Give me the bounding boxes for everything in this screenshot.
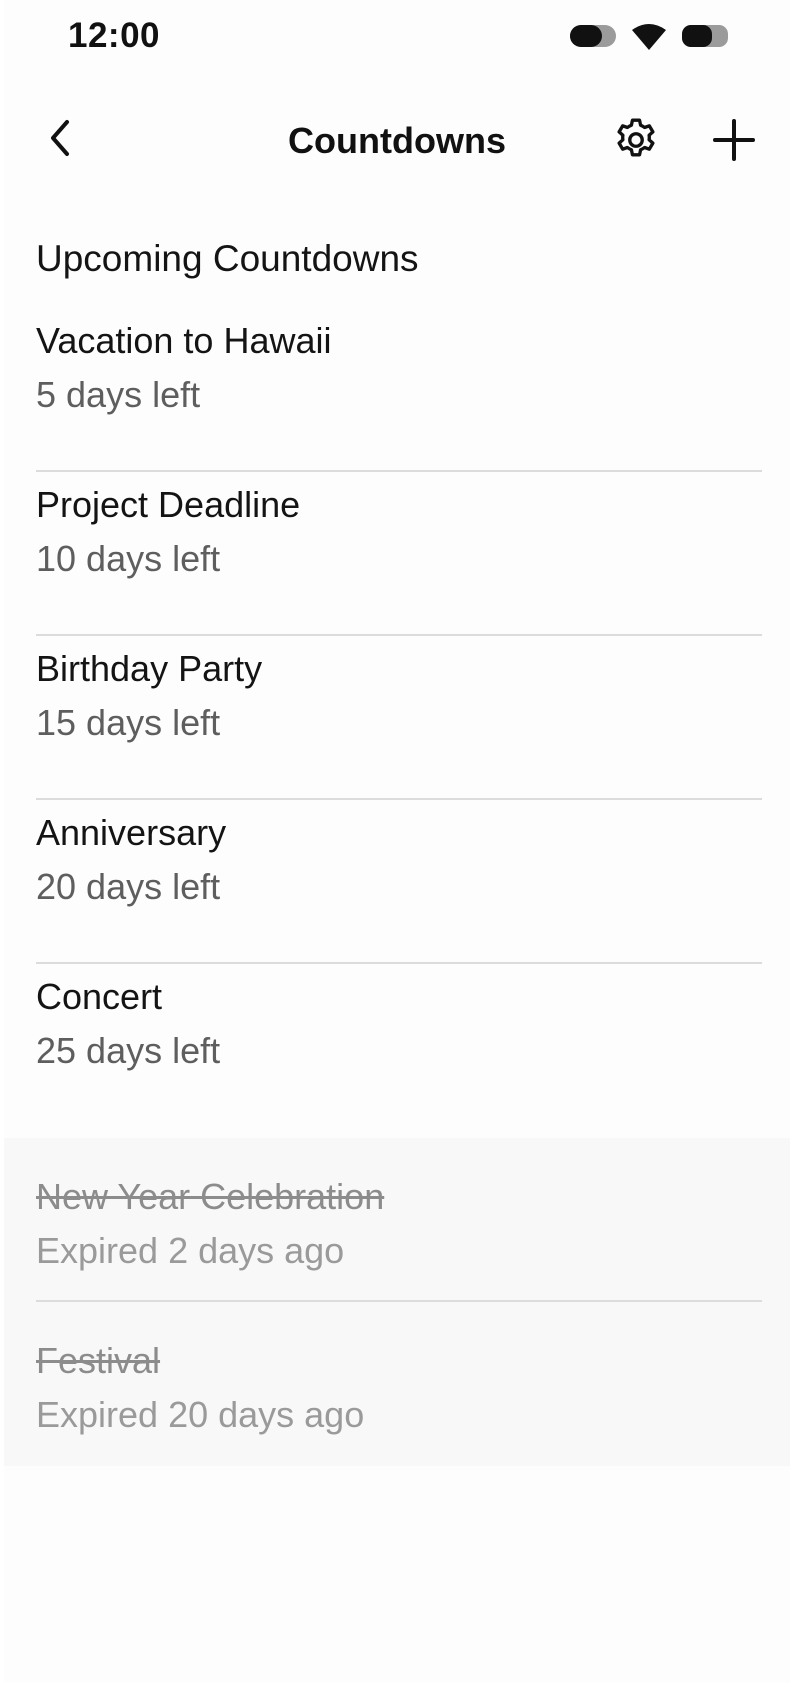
countdown-expired-status: Expired 2 days ago <box>36 1230 345 1271</box>
countdown-name: Festival <box>36 1340 161 1381</box>
expired-list-item[interactable]: New Year Celebration Expired 2 days ago <box>4 1138 790 1302</box>
countdown-remaining: 5 days left <box>36 374 201 415</box>
countdown-remaining: 25 days left <box>36 1030 221 1071</box>
toggle-icon <box>570 24 616 48</box>
app-screen: 12:00 Countdowns Upcoming Countdowns Vac… <box>4 0 790 1683</box>
countdown-name: Concert <box>36 976 163 1017</box>
countdown-name: New Year Celebration <box>36 1176 385 1217</box>
countdown-name: Vacation to Hawaii <box>36 320 332 361</box>
list-item[interactable]: Vacation to Hawaii 5 days left <box>4 308 790 472</box>
countdown-remaining: 10 days left <box>36 538 221 579</box>
countdown-expired-status: Expired 20 days ago <box>36 1394 365 1435</box>
add-countdown-button[interactable] <box>708 116 760 168</box>
list-item[interactable]: Concert 25 days left <box>4 964 790 1128</box>
countdown-name: Birthday Party <box>36 648 263 689</box>
list-item[interactable]: Birthday Party 15 days left <box>4 636 790 800</box>
settings-button[interactable] <box>610 116 662 168</box>
list-item[interactable]: Project Deadline 10 days left <box>4 472 790 636</box>
expired-list-item[interactable]: Festival Expired 20 days ago <box>4 1302 790 1466</box>
section-title: Upcoming Countdowns <box>36 238 419 279</box>
status-time: 12:00 <box>68 16 161 55</box>
countdown-remaining: 15 days left <box>36 702 221 743</box>
countdown-name: Anniversary <box>36 812 227 853</box>
status-icons <box>570 22 728 50</box>
page-title: Countdowns <box>288 120 506 161</box>
status-bar: 12:00 <box>4 0 790 76</box>
header-bar: Countdowns <box>4 100 790 184</box>
battery-icon <box>682 24 728 48</box>
list-item[interactable]: Anniversary 20 days left <box>4 800 790 964</box>
countdown-remaining: 20 days left <box>36 866 221 907</box>
expired-list: New Year Celebration Expired 2 days ago … <box>4 1138 790 1466</box>
gear-icon <box>611 115 661 170</box>
upcoming-list: Vacation to Hawaii 5 days left Project D… <box>4 308 790 1128</box>
plus-icon <box>712 118 756 167</box>
wifi-icon <box>632 22 666 50</box>
countdown-name: Project Deadline <box>36 484 301 525</box>
